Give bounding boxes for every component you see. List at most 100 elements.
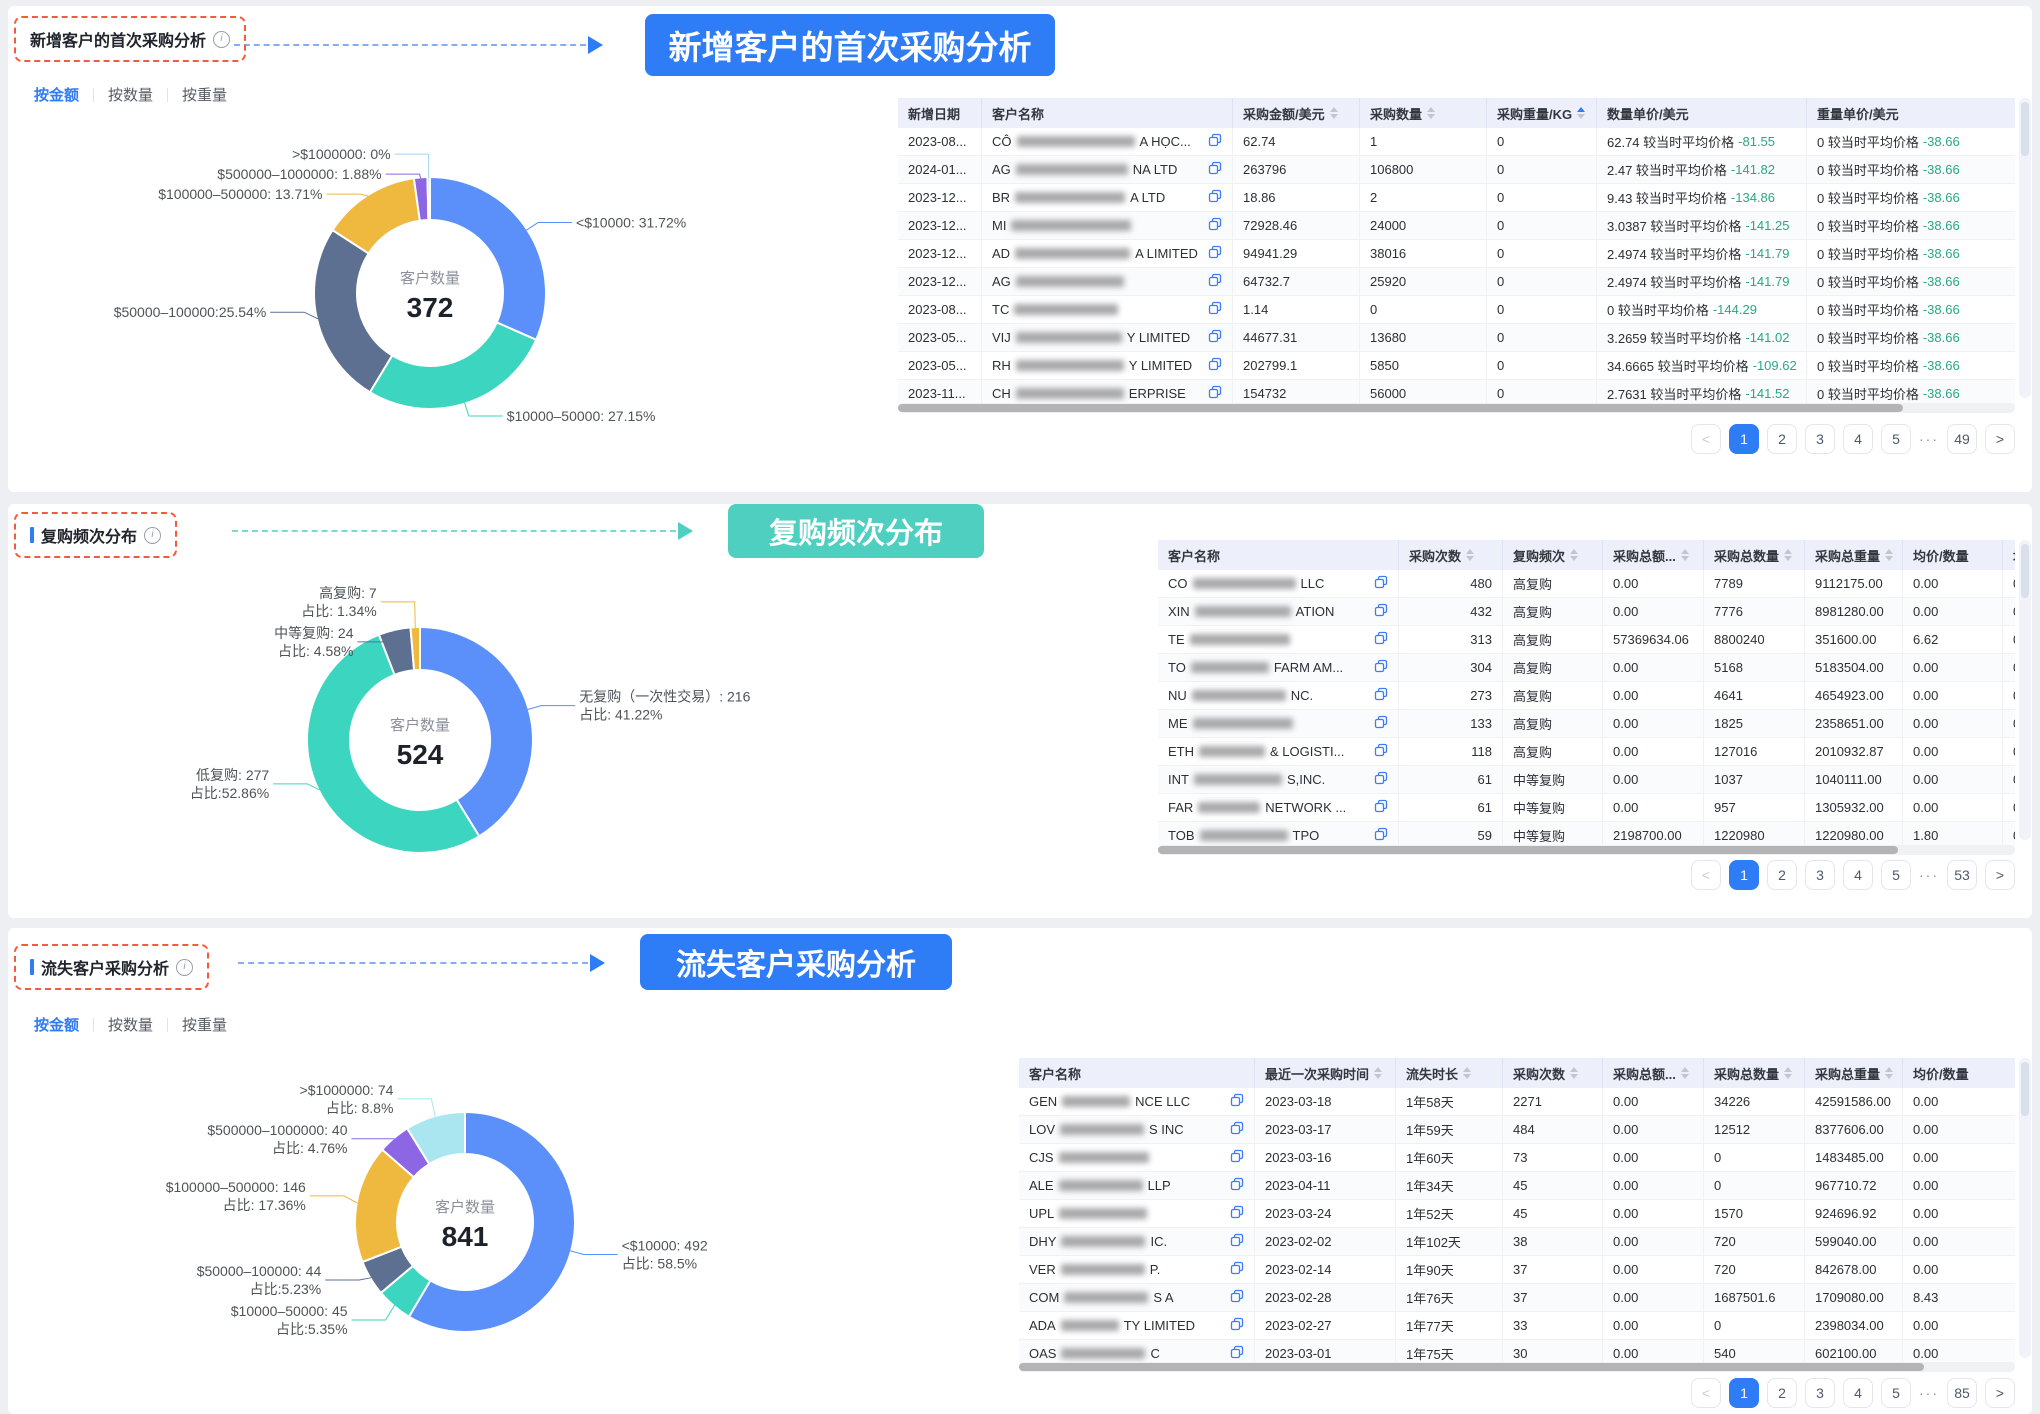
copy-icon[interactable] xyxy=(1230,1205,1244,1222)
blurred-name-mask xyxy=(1198,802,1260,813)
page-button-1[interactable]: 1 xyxy=(1729,424,1759,454)
copy-icon[interactable] xyxy=(1374,799,1388,816)
sort-carets-icon[interactable] xyxy=(1681,549,1689,561)
section-title: 复购频次分布 xyxy=(41,523,137,547)
copy-icon[interactable] xyxy=(1208,273,1222,290)
page-button-2[interactable]: 2 xyxy=(1767,860,1797,890)
page-button-2[interactable]: 2 xyxy=(1767,1378,1797,1408)
sort-carets-icon[interactable] xyxy=(1681,1067,1689,1079)
table-cell: 2023-12... xyxy=(898,240,982,267)
slice-label: 占比:5.35% xyxy=(276,1321,348,1337)
blurred-name-mask xyxy=(1015,192,1125,203)
info-icon[interactable]: i xyxy=(176,959,193,976)
sort-carets-icon[interactable] xyxy=(1570,549,1578,561)
copy-icon[interactable] xyxy=(1208,189,1222,206)
copy-icon[interactable] xyxy=(1230,1261,1244,1278)
page-button-3[interactable]: 3 xyxy=(1805,1378,1835,1408)
copy-icon[interactable] xyxy=(1374,575,1388,592)
sort-carets-icon[interactable] xyxy=(1885,1067,1893,1079)
copy-icon[interactable] xyxy=(1374,603,1388,620)
sort-carets-icon[interactable] xyxy=(1784,549,1792,561)
table-cell: 62.74 较当时平均价格-81.55 xyxy=(1597,128,1807,155)
page-button-53[interactable]: 53 xyxy=(1947,860,1977,890)
sort-carets-icon[interactable] xyxy=(1784,1067,1792,1079)
copy-icon[interactable] xyxy=(1374,743,1388,760)
info-icon[interactable]: i xyxy=(144,527,161,544)
sort-carets-icon[interactable] xyxy=(1427,107,1435,119)
copy-icon[interactable] xyxy=(1208,133,1222,150)
sort-carets-icon[interactable] xyxy=(1463,1067,1471,1079)
copy-icon[interactable] xyxy=(1374,827,1388,844)
table-cell: MI xyxy=(982,212,1233,239)
sort-carets-icon[interactable] xyxy=(1466,549,1474,561)
copy-icon[interactable] xyxy=(1208,245,1222,262)
tab-按重量[interactable]: 按重量 xyxy=(182,1014,227,1035)
page-button-4[interactable]: 4 xyxy=(1843,1378,1873,1408)
tab-按数量[interactable]: 按数量 xyxy=(108,1014,153,1035)
sort-carets-icon[interactable] xyxy=(1570,1067,1578,1079)
copy-icon[interactable] xyxy=(1208,329,1222,346)
tab-按金额[interactable]: 按金额 xyxy=(34,84,79,105)
prev-page-button[interactable]: < xyxy=(1691,424,1721,454)
page-button-5[interactable]: 5 xyxy=(1881,860,1911,890)
page-button-3[interactable]: 3 xyxy=(1805,424,1835,454)
table-cell: 1709080.00 xyxy=(1805,1284,1903,1311)
copy-icon[interactable] xyxy=(1230,1317,1244,1334)
copy-icon[interactable] xyxy=(1230,1093,1244,1110)
tab-按金额[interactable]: 按金额 xyxy=(34,1014,79,1035)
page-button-4[interactable]: 4 xyxy=(1843,424,1873,454)
blurred-name-mask xyxy=(1199,746,1265,757)
copy-icon[interactable] xyxy=(1208,301,1222,318)
horizontal-scrollbar[interactable] xyxy=(1158,845,2015,855)
page-button-4[interactable]: 4 xyxy=(1843,860,1873,890)
next-page-button[interactable]: > xyxy=(1985,1378,2015,1408)
pagination-churn: <12345···85> xyxy=(1691,1378,2015,1408)
donut-slice-2[interactable] xyxy=(370,322,536,409)
sort-carets-icon[interactable] xyxy=(1330,107,1338,119)
next-page-button[interactable]: > xyxy=(1985,860,2015,890)
page-button-49[interactable]: 49 xyxy=(1947,424,1977,454)
next-page-button[interactable]: > xyxy=(1985,424,2015,454)
vertical-scrollbar[interactable] xyxy=(2019,1058,2031,1358)
table-cell: 0 较当时平均价格-38.66 xyxy=(1807,184,2015,211)
copy-icon[interactable] xyxy=(1208,385,1222,402)
page-button-85[interactable]: 85 xyxy=(1947,1378,1977,1408)
donut-slice-6[interactable] xyxy=(427,177,430,220)
page-button-1[interactable]: 1 xyxy=(1729,1378,1759,1408)
copy-icon[interactable] xyxy=(1230,1121,1244,1138)
copy-icon[interactable] xyxy=(1208,161,1222,178)
horizontal-scrollbar[interactable] xyxy=(1019,1362,2015,1372)
copy-icon[interactable] xyxy=(1374,771,1388,788)
horizontal-scrollbar[interactable] xyxy=(898,403,2015,413)
copy-icon[interactable] xyxy=(1230,1233,1244,1250)
copy-icon[interactable] xyxy=(1230,1177,1244,1194)
info-icon[interactable]: i xyxy=(213,31,230,48)
page-button-3[interactable]: 3 xyxy=(1805,860,1835,890)
page-button-1[interactable]: 1 xyxy=(1729,860,1759,890)
vertical-scrollbar[interactable] xyxy=(2019,540,2031,840)
sort-carets-icon[interactable] xyxy=(1577,107,1585,119)
copy-icon[interactable] xyxy=(1374,659,1388,676)
sort-carets-icon[interactable] xyxy=(1374,1067,1382,1079)
table-cell: TE xyxy=(1158,626,1399,653)
copy-icon[interactable] xyxy=(1374,715,1388,732)
tab-按数量[interactable]: 按数量 xyxy=(108,84,153,105)
tab-按重量[interactable]: 按重量 xyxy=(182,84,227,105)
table-row: 2023-08...CÔA HỌC...62.741062.74 较当时平均价格… xyxy=(898,128,2015,156)
copy-icon[interactable] xyxy=(1230,1149,1244,1166)
page-button-5[interactable]: 5 xyxy=(1881,1378,1911,1408)
copy-icon[interactable] xyxy=(1208,217,1222,234)
sort-carets-icon[interactable] xyxy=(1885,549,1893,561)
table-cell: 842678.00 xyxy=(1805,1256,1903,1283)
copy-icon[interactable] xyxy=(1208,357,1222,374)
prev-page-button[interactable]: < xyxy=(1691,1378,1721,1408)
copy-icon[interactable] xyxy=(1374,687,1388,704)
copy-icon[interactable] xyxy=(1230,1289,1244,1306)
copy-icon[interactable] xyxy=(1230,1345,1244,1362)
donut-slice-3[interactable] xyxy=(314,230,392,392)
prev-page-button[interactable]: < xyxy=(1691,860,1721,890)
copy-icon[interactable] xyxy=(1374,631,1388,648)
vertical-scrollbar[interactable] xyxy=(2019,98,2031,398)
page-button-2[interactable]: 2 xyxy=(1767,424,1797,454)
page-button-5[interactable]: 5 xyxy=(1881,424,1911,454)
